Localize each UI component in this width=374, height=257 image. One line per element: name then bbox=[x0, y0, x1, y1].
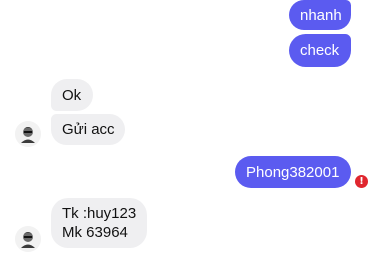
exclamation-icon[interactable]: ! bbox=[355, 175, 368, 188]
message-text: Phong382001 bbox=[246, 163, 340, 181]
message-text-line: Mk 63964 bbox=[62, 224, 128, 241]
message-text: Gửi acc bbox=[62, 121, 115, 138]
contact-avatar[interactable] bbox=[15, 121, 41, 147]
avatar-image bbox=[15, 226, 41, 252]
incoming-message-bubble[interactable]: Ok bbox=[51, 79, 93, 111]
outgoing-message-bubble[interactable]: Phong382001 bbox=[235, 156, 351, 188]
message-text: Ok bbox=[62, 86, 82, 104]
avatar-image bbox=[15, 121, 41, 147]
message-text: check bbox=[300, 42, 340, 59]
incoming-message-bubble[interactable]: Gửi acc bbox=[51, 114, 125, 145]
message-text-line: Tk :huy123 bbox=[62, 205, 137, 222]
outgoing-message-bubble[interactable]: check bbox=[289, 34, 351, 67]
contact-avatar[interactable] bbox=[15, 226, 41, 252]
message-text: nhanh bbox=[300, 6, 342, 24]
outgoing-message-bubble[interactable]: nhanh bbox=[289, 0, 351, 30]
incoming-message-bubble[interactable]: Tk :huy123 Mk 63964 bbox=[51, 198, 147, 248]
